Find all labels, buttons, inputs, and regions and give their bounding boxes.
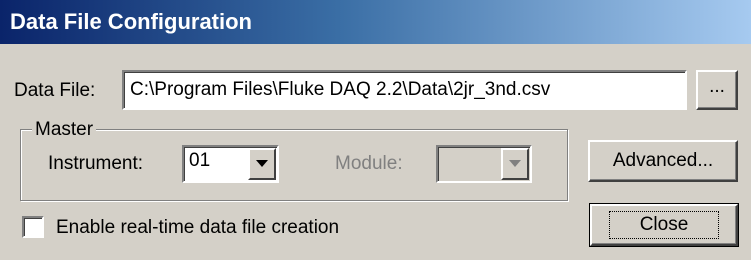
data-file-input[interactable]: C:\Program Files\Fluke DAQ 2.2\Data\2jr_… [122, 70, 687, 110]
title-bar: Data File Configuration [0, 0, 751, 44]
instrument-select-value: 01 [189, 150, 211, 171]
browse-button[interactable]: ... [696, 70, 738, 110]
realtime-checkbox-label: Enable real-time data file creation [56, 217, 340, 238]
chevron-down-icon [509, 160, 521, 167]
close-button[interactable]: Close [589, 203, 739, 247]
window-title: Data File Configuration [10, 9, 252, 34]
instrument-select[interactable]: 01 [182, 145, 279, 183]
close-button-label: Close [608, 211, 720, 239]
master-group-label: Master [32, 119, 97, 141]
instrument-dropdown-button[interactable] [248, 148, 276, 180]
data-file-label: Data File: [14, 80, 96, 101]
realtime-checkbox[interactable] [22, 216, 44, 238]
module-dropdown-button[interactable] [501, 148, 529, 180]
advanced-button[interactable]: Advanced... [588, 140, 738, 182]
browse-button-label: ... [709, 76, 725, 97]
chevron-down-icon [256, 160, 268, 167]
module-label: Module: [335, 153, 403, 174]
instrument-label: Instrument: [48, 153, 144, 174]
module-select[interactable] [436, 145, 532, 183]
advanced-button-label: Advanced... [612, 150, 714, 171]
